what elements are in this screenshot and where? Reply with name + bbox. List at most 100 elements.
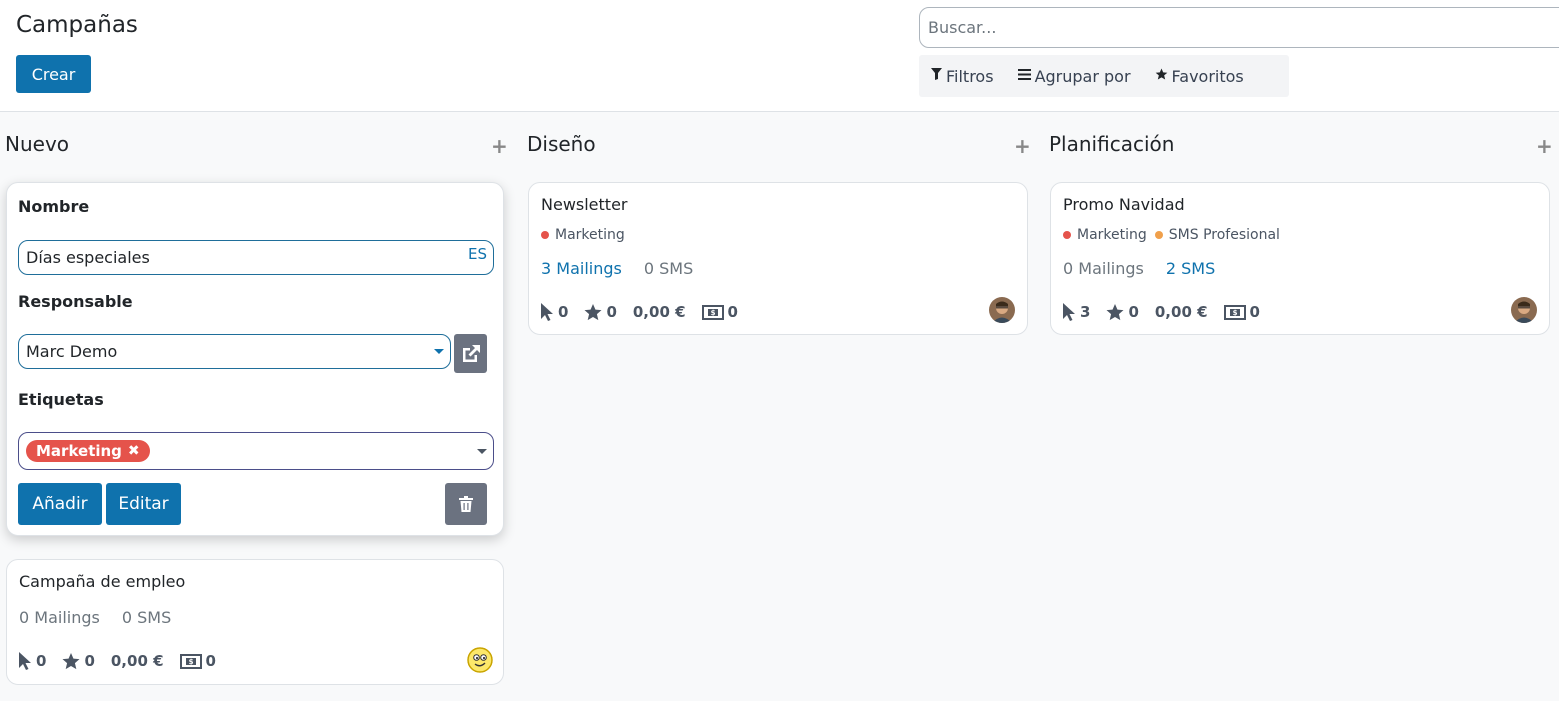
favorites-button[interactable]: Favoritos: [1155, 67, 1244, 86]
revenue-value: 0,00 €: [1154, 303, 1208, 321]
money-icon: $: [179, 653, 202, 669]
card-tags: Marketing SMS Profesional: [1063, 227, 1288, 243]
money-icon: $: [1223, 304, 1246, 320]
kanban-column-planificacion: Planificación + Promo Navidad Marketing …: [1044, 112, 1559, 701]
card-title: Newsletter: [541, 195, 628, 214]
star-icon: [584, 303, 602, 320]
name-field[interactable]: Días especiales ES: [18, 240, 494, 275]
tag-label: Marketing: [1077, 227, 1147, 243]
rating-stat: 0: [62, 652, 95, 670]
orders-value: 0: [205, 652, 216, 670]
chevron-down-icon[interactable]: [477, 449, 487, 454]
card-title: Campaña de empleo: [19, 572, 186, 591]
favorites-label: Favoritos: [1171, 66, 1244, 86]
chevron-down-icon[interactable]: [434, 349, 444, 354]
star-icon: [1155, 68, 1168, 85]
orders-stat: $ 0: [179, 652, 216, 670]
responsible-field[interactable]: Marc Demo: [18, 334, 451, 369]
card-counts: 0 Mailings 0 SMS: [19, 608, 193, 627]
column-add-icon[interactable]: +: [491, 134, 508, 158]
card-counts: 0 Mailings 2 SMS: [1063, 259, 1237, 278]
groupby-label: Agrupar por: [1034, 66, 1131, 86]
sms-count[interactable]: 0 SMS: [122, 608, 171, 627]
kanban-card[interactable]: Newsletter Marketing 3 Mailings 0 SMS 0 …: [528, 182, 1028, 335]
quick-create-form: Nombre Días especiales ES Responsable Ma…: [6, 182, 504, 536]
revenue-stat: 0,00 €: [633, 303, 686, 321]
tag-sms-profesional: SMS Profesional: [1154, 227, 1280, 243]
tag-badge-marketing: Marketing ✖: [26, 440, 150, 462]
star-icon: [1106, 303, 1124, 320]
tag-dot-icon: [1154, 231, 1163, 239]
stars-value: 0: [84, 652, 95, 670]
tag-label: Marketing: [555, 227, 625, 243]
filters-button[interactable]: Filtros: [931, 67, 994, 86]
kanban-column-diseno: Diseño + Newsletter Marketing 3 Mailings…: [522, 112, 1038, 701]
card-stats: 0 0 0,00 € $ 0: [19, 652, 232, 670]
search-input[interactable]: [928, 18, 1528, 37]
remove-tag-icon[interactable]: ✖: [128, 443, 140, 459]
orders-value: 0: [1249, 303, 1260, 321]
delete-button[interactable]: [445, 483, 487, 525]
clicks-stat: 0: [19, 652, 46, 670]
clicks-stat: 0: [541, 303, 568, 321]
external-link-icon: [462, 344, 480, 362]
svg-text:$: $: [710, 309, 715, 317]
list-icon: [1017, 68, 1031, 84]
mailings-count[interactable]: 3 Mailings: [541, 259, 622, 278]
cursor-icon: [541, 303, 553, 321]
kanban-column-nuevo: Nuevo + Nombre Días especiales ES Respon…: [0, 112, 516, 701]
money-icon: $: [701, 304, 724, 320]
mailings-count[interactable]: 0 Mailings: [19, 608, 100, 627]
tags-field[interactable]: Marketing ✖: [18, 432, 494, 470]
add-button[interactable]: Añadir: [18, 483, 102, 525]
avatar[interactable]: [467, 647, 493, 673]
search-options: Filtros Agrupar por Favoritos: [919, 55, 1289, 97]
tag-marketing: Marketing: [1063, 227, 1147, 243]
column-title: Nuevo: [5, 132, 70, 156]
star-icon: [62, 652, 80, 669]
search-box[interactable]: [919, 7, 1559, 48]
mailings-count[interactable]: 0 Mailings: [1063, 259, 1144, 278]
svg-text:$: $: [1232, 309, 1237, 317]
stars-value: 0: [1128, 303, 1139, 321]
responsible-value: Marc Demo: [26, 342, 118, 361]
column-add-icon[interactable]: +: [1014, 134, 1031, 158]
tag-dot-icon: [1063, 231, 1071, 239]
cursor-icon: [19, 652, 31, 670]
card-counts: 3 Mailings 0 SMS: [541, 259, 715, 278]
cursor-icon: [1063, 303, 1075, 321]
clicks-stat: 3: [1063, 303, 1090, 321]
language-button[interactable]: ES: [468, 245, 487, 263]
column-title: Diseño: [527, 132, 596, 156]
revenue-stat: 0,00 €: [111, 652, 164, 670]
clicks-value: 0: [36, 652, 47, 670]
kanban-card[interactable]: Campaña de empleo 0 Mailings 0 SMS 0 0 0…: [6, 559, 504, 685]
groupby-button[interactable]: Agrupar por: [1017, 66, 1131, 86]
avatar[interactable]: [989, 297, 1015, 323]
column-add-icon[interactable]: +: [1536, 134, 1553, 158]
name-value: Días especiales: [26, 248, 150, 267]
revenue-value: 0,00 €: [110, 652, 164, 670]
kanban-card[interactable]: Promo Navidad Marketing SMS Profesional …: [1050, 182, 1550, 335]
tag-dot-icon: [541, 231, 549, 239]
edit-button[interactable]: Editar: [106, 483, 181, 525]
create-button[interactable]: Crear: [16, 55, 91, 93]
control-panel: Campañas Crear Filtros Agrupar por Favor…: [0, 0, 1559, 112]
orders-stat: $ 0: [701, 303, 738, 321]
sms-count[interactable]: 2 SMS: [1166, 259, 1215, 278]
card-tags: Marketing: [541, 227, 633, 243]
tag-badge-label: Marketing: [36, 442, 122, 460]
kanban-view: Nuevo + Nombre Días especiales ES Respon…: [0, 112, 1559, 701]
tag-label: SMS Profesional: [1168, 227, 1280, 243]
external-link-button[interactable]: [454, 334, 487, 373]
rating-stat: 0: [584, 303, 617, 321]
name-label: Nombre: [18, 197, 90, 216]
orders-stat: $ 0: [1223, 303, 1260, 321]
sms-count[interactable]: 0 SMS: [644, 259, 693, 278]
tags-label: Etiquetas: [18, 390, 104, 409]
avatar[interactable]: [1511, 297, 1537, 323]
clicks-value: 0: [558, 303, 569, 321]
orders-value: 0: [727, 303, 738, 321]
column-title: Planificación: [1049, 132, 1175, 156]
filter-icon: [931, 68, 942, 84]
